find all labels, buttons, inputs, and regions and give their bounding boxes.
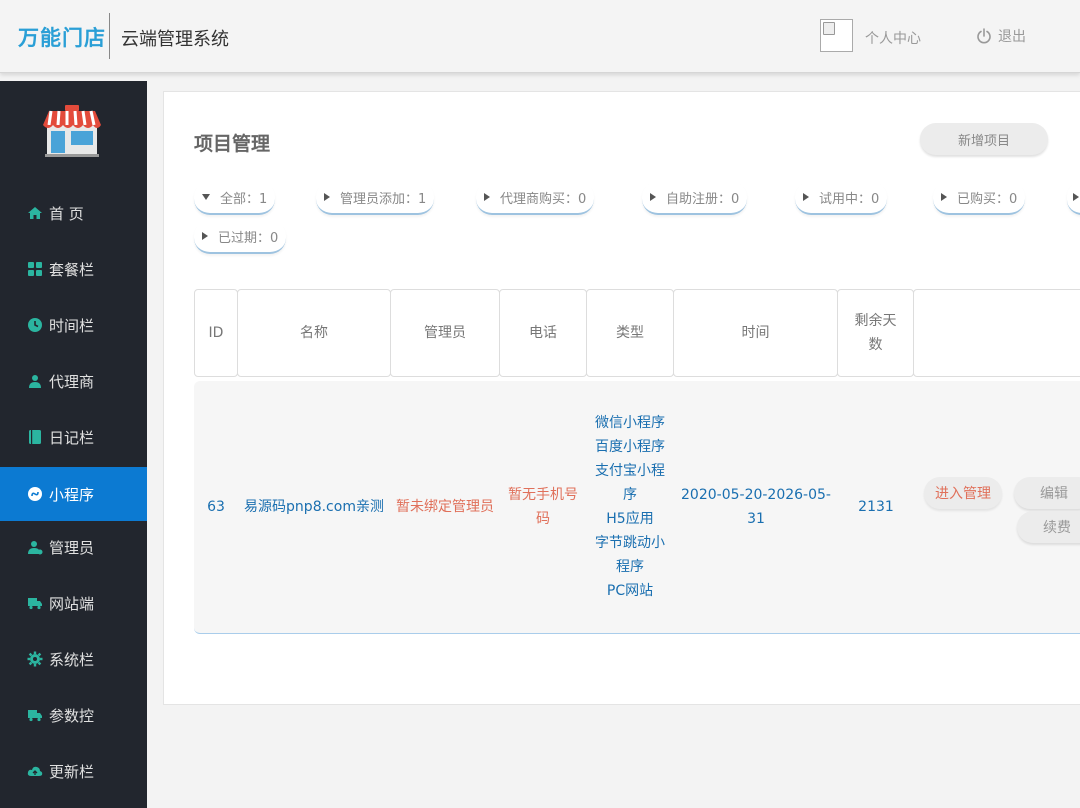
sidebar-item-label: 小程序 <box>49 485 95 504</box>
shop-logo-icon <box>43 105 101 157</box>
truck-icon <box>28 598 42 610</box>
type-item: 字节跳动小程序 <box>595 535 665 575</box>
clock-icon <box>28 318 42 332</box>
column-header: 管理员 <box>390 289 500 377</box>
filter-purchased[interactable]: 已购买：0 <box>933 181 1026 215</box>
cell-admin: 暂未绑定管理员 <box>396 499 494 515</box>
truck-icon <box>28 710 42 722</box>
type-item: 百度小程序 <box>595 439 665 455</box>
sidebar-item-params[interactable]: 参数控 <box>0 688 147 742</box>
sidebar-item-miniprogram[interactable]: 小程序 <box>0 467 147 521</box>
sidebar-item-label: 管理员 <box>49 538 95 557</box>
page-title: 项目管理 <box>194 133 271 155</box>
cell-time: 2020-05-20-2026-05-31 <box>681 487 831 527</box>
caret-right-icon <box>484 193 490 201</box>
caret-right-icon <box>202 232 208 240</box>
filter-expired[interactable]: 已过期：0 <box>194 220 287 254</box>
sidebar-item-time[interactable]: 时间栏 <box>0 298 147 352</box>
table-row: 63 易源码pnp8.com亲测 暂未绑定管理员 暂无手机号码 微信小程序 百度… <box>194 381 1080 634</box>
header-divider <box>109 13 110 59</box>
user-icon <box>29 375 41 388</box>
filter-label: 试用中：0 <box>819 191 880 207</box>
filter-label: 代理商购买：0 <box>500 191 587 207</box>
grid-icon <box>28 262 42 276</box>
brand-logo[interactable]: 万能门店 <box>18 22 106 52</box>
filter-all[interactable]: 全部：1 <box>194 181 276 215</box>
cell-types: 微信小程序 百度小程序 支付宝小程序 H5应用 字节跳动小程序 PC网站 <box>590 381 670 633</box>
logout-button[interactable]: 退出 <box>976 26 1026 46</box>
caret-right-icon <box>650 193 656 201</box>
filter-label: 自助注册：0 <box>666 191 740 207</box>
avatar[interactable] <box>820 19 853 52</box>
filter-agent-purchased[interactable]: 代理商购买：0 <box>476 181 595 215</box>
caret-right-icon <box>1073 193 1079 201</box>
sidebar-item-website[interactable]: 网站端 <box>0 576 147 630</box>
system-title: 云端管理系统 <box>121 29 229 50</box>
logout-label: 退出 <box>998 29 1026 45</box>
sidebar: 首 页 套餐栏 时间栏 代理商 日记栏 小程序 管理员 网站端 系统栏 参数控 … <box>0 81 147 808</box>
sidebar-item-admins[interactable]: 管理员 <box>0 520 147 574</box>
cell-days-left: 2131 <box>858 499 894 515</box>
sidebar-item-label: 套餐栏 <box>49 260 95 279</box>
caret-down-icon <box>202 194 210 200</box>
column-header: 时间 <box>673 289 838 377</box>
filter-label: 全部：1 <box>220 191 268 207</box>
sidebar-item-label: 系统栏 <box>49 650 95 669</box>
caret-right-icon <box>803 193 809 201</box>
sidebar-item-updates[interactable]: 更新栏 <box>0 744 147 798</box>
filter-label: 已购买：0 <box>957 191 1018 207</box>
miniprogram-icon <box>28 487 42 501</box>
home-icon <box>28 207 42 219</box>
sidebar-item-packages[interactable]: 套餐栏 <box>0 242 147 296</box>
filter-label: 管理员添加：1 <box>340 191 427 207</box>
column-header: 名称 <box>237 289 391 377</box>
gear-icon <box>27 651 43 667</box>
sidebar-item-system[interactable]: 系统栏 <box>0 632 147 686</box>
sidebar-item-label: 代理商 <box>49 372 95 391</box>
type-item: H5应用 <box>606 511 654 527</box>
sidebar-item-label: 时间栏 <box>49 316 95 335</box>
filter-overflow[interactable] <box>1067 181 1080 215</box>
column-header: 类型 <box>586 289 674 377</box>
sidebar-item-label: 网站端 <box>49 594 95 613</box>
power-icon <box>977 28 991 44</box>
filter-self-registered[interactable]: 自助注册：0 <box>642 181 748 215</box>
cell-id: 63 <box>207 499 225 515</box>
edit-button[interactable]: 编辑 <box>1014 477 1080 509</box>
top-header: 万能门店 云端管理系统 个人中心 退出 <box>0 0 1080 73</box>
add-project-button[interactable]: 新增项目 <box>920 123 1048 155</box>
filter-trial[interactable]: 试用中：0 <box>795 181 888 215</box>
sidebar-item-label: 日记栏 <box>49 428 95 447</box>
profile-link[interactable]: 个人中心 <box>865 28 921 48</box>
enter-management-button[interactable]: 进入管理 <box>924 477 1002 509</box>
column-header: 电话 <box>499 289 587 377</box>
cell-phone: 暂无手机号码 <box>508 487 578 527</box>
sidebar-item-agents[interactable]: 代理商 <box>0 354 147 408</box>
sidebar-item-diary[interactable]: 日记栏 <box>0 410 147 464</box>
admin-icon <box>28 541 43 555</box>
cloud-icon <box>27 766 43 776</box>
filter-label: 已过期：0 <box>218 230 279 246</box>
caret-right-icon <box>324 193 330 201</box>
type-item: 微信小程序 <box>595 415 665 431</box>
sidebar-item-label: 首 页 <box>49 204 84 223</box>
sidebar-item-label: 参数控 <box>49 706 95 725</box>
caret-right-icon <box>941 193 947 201</box>
main-panel: 项目管理 新增项目 全部：1 管理员添加：1 代理商购买：0 自助注册：0 试用… <box>163 91 1080 705</box>
cell-name: 易源码pnp8.com亲测 <box>244 499 384 515</box>
column-header: 剩余天数 <box>837 289 914 377</box>
sidebar-item-label: 更新栏 <box>49 762 95 781</box>
column-header <box>913 289 1080 377</box>
renew-button[interactable]: 续费 <box>1017 511 1080 543</box>
type-item: 支付宝小程序 <box>595 463 665 503</box>
sidebar-item-home[interactable]: 首 页 <box>0 186 147 240</box>
type-item: PC网站 <box>606 583 654 599</box>
column-header: ID <box>194 289 238 377</box>
filter-admin-added[interactable]: 管理员添加：1 <box>316 181 435 215</box>
book-icon <box>29 430 41 444</box>
